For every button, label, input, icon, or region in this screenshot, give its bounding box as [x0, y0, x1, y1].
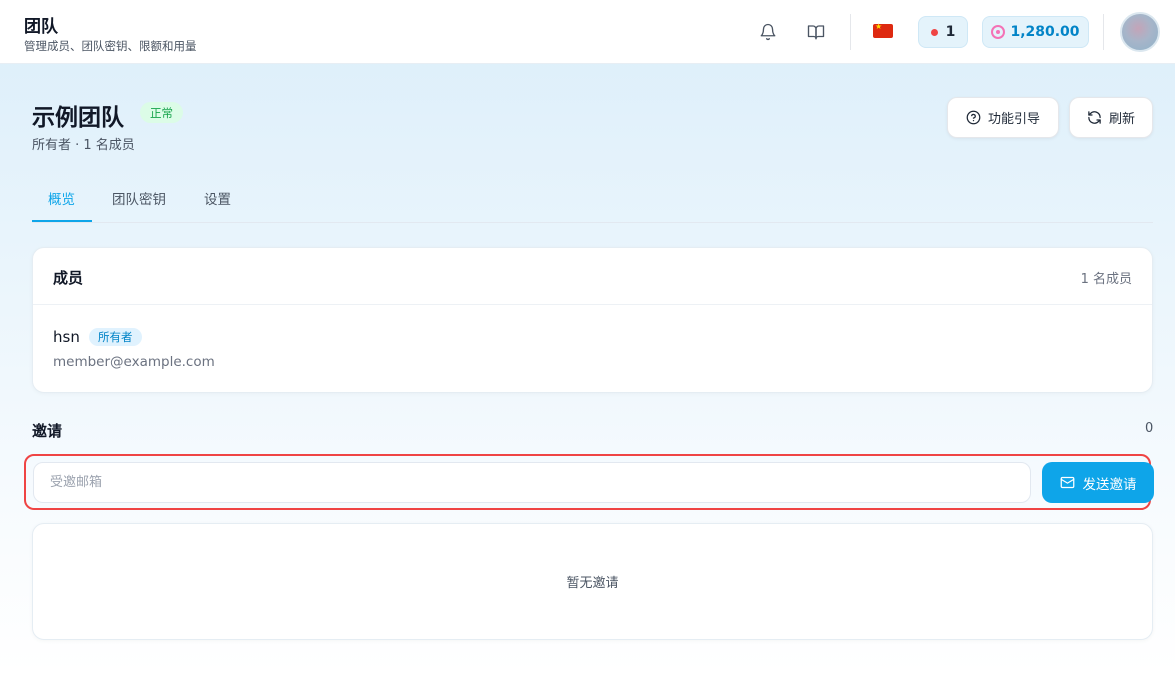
status-badge: 正常	[140, 102, 183, 123]
active-tab-indicator	[32, 220, 92, 222]
members-count: 1 名成员	[1080, 272, 1132, 287]
invite-form: 发送邀请	[24, 454, 1154, 510]
balance-value: 1,280.00	[1010, 24, 1080, 40]
tab-team-keys[interactable]: 团队密钥	[112, 188, 166, 208]
send-invite-button[interactable]: 发送邀请	[1042, 462, 1154, 503]
page-title: 团队	[24, 17, 58, 37]
guide-button[interactable]: 功能引导	[947, 97, 1059, 138]
help-circle-icon	[966, 110, 981, 125]
tab-bar: 概览 团队密钥 设置	[32, 178, 1153, 223]
members-card: 成员 1 名成员 hsn 所有者 member@example.com	[32, 247, 1153, 393]
mail-icon	[1060, 476, 1074, 489]
invites-title: 邀请	[32, 422, 63, 440]
coin-icon	[991, 25, 1006, 39]
invites-empty-state: 暂无邀请	[566, 576, 619, 591]
member-name: hsn	[53, 328, 80, 346]
refresh-button[interactable]: 刷新	[1069, 97, 1153, 138]
status-indicator[interactable]: 1	[918, 16, 968, 48]
divider	[1103, 14, 1104, 50]
send-invite-label: 发送邀请	[1082, 476, 1137, 493]
guide-button-label: 功能引导	[987, 112, 1040, 127]
team-meta: 所有者 · 1 名成员	[32, 138, 135, 153]
book-icon[interactable]	[804, 20, 828, 44]
status-count: 1	[945, 24, 956, 40]
refresh-button-label: 刷新	[1108, 112, 1135, 127]
tab-settings[interactable]: 设置	[204, 188, 231, 208]
team-name: 示例团队	[32, 105, 124, 131]
members-card-header: 成员 1 名成员	[33, 248, 1152, 305]
invite-email-input[interactable]	[33, 462, 1031, 503]
refresh-icon	[1088, 111, 1101, 124]
invites-card: 暂无邀请	[32, 523, 1153, 640]
red-dot-icon	[930, 28, 938, 36]
divider	[850, 14, 851, 50]
top-bar: 团队 管理成员、团队密钥、限额和用量 ★ 1 1,280.00	[0, 0, 1175, 64]
invites-count: 0	[1145, 421, 1154, 436]
bell-icon[interactable]	[756, 20, 780, 44]
star-icon: ★	[875, 22, 883, 31]
china-flag-icon[interactable]: ★	[873, 22, 893, 38]
avatar[interactable]	[1120, 12, 1160, 52]
page-subtitle: 管理成员、团队密钥、限额和用量	[24, 39, 197, 53]
member-role-badge: 所有者	[89, 328, 142, 346]
tab-overview[interactable]: 概览	[48, 188, 75, 208]
member-email: member@example.com	[53, 354, 215, 370]
balance-display[interactable]: 1,280.00	[982, 16, 1089, 48]
members-title: 成员	[53, 269, 84, 287]
